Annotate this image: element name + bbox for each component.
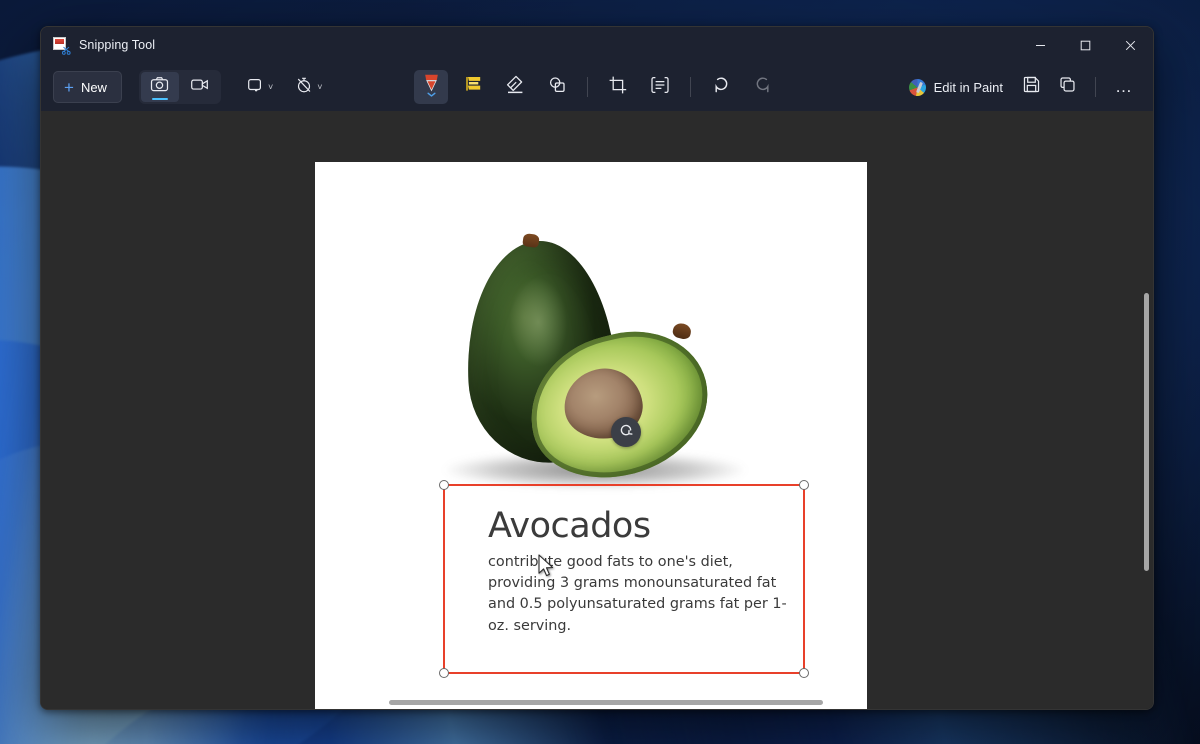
new-button-label: New — [80, 79, 107, 95]
copy-button[interactable] — [1050, 70, 1084, 104]
maximize-button[interactable] — [1063, 27, 1108, 63]
title-bar-left: Snipping Tool — [41, 36, 156, 55]
paint-palette-icon — [908, 78, 926, 96]
snapshot-mode-button[interactable] — [140, 72, 179, 102]
undo-icon — [711, 75, 731, 100]
highlighter-icon — [463, 74, 484, 100]
crop-button[interactable] — [601, 70, 635, 104]
toolbar-divider — [1095, 77, 1096, 97]
highlighter-button[interactable] — [456, 70, 490, 104]
video-mode-button[interactable] — [181, 72, 219, 102]
capture-mode-segmented-control — [138, 70, 221, 104]
ballpoint-pen-icon — [421, 72, 442, 102]
text-actions-button[interactable] — [643, 70, 677, 104]
edit-in-paint-button[interactable]: Edit in Paint — [900, 71, 1012, 103]
save-icon — [1022, 75, 1041, 99]
selection-handle-bottom-left[interactable] — [439, 668, 449, 678]
snipping-tool-window: Snipping Tool + New ˅ ˅ Edit in Paint … … — [40, 26, 1154, 710]
desktop-background: Snipping Tool + New ˅ ˅ Edit in Paint … … — [0, 0, 1200, 744]
window-controls — [1018, 27, 1153, 63]
save-button[interactable] — [1014, 70, 1048, 104]
eraser-icon — [505, 75, 525, 100]
redo-button[interactable] — [746, 70, 780, 104]
snipping-tool-icon — [53, 36, 71, 55]
chevron-down-icon: ˅ — [267, 82, 274, 92]
avocado-stem — [522, 232, 540, 249]
camera-icon — [150, 75, 169, 99]
title-bar: Snipping Tool — [41, 27, 1153, 63]
minimize-button[interactable] — [1018, 27, 1063, 63]
snip-image[interactable]: Avocados contribute good fats to one's d… — [315, 162, 867, 709]
toolbar-divider — [690, 77, 691, 97]
toolbar-right-group: Edit in Paint … — [900, 70, 1141, 104]
video-camera-icon — [190, 75, 209, 99]
canvas-area[interactable]: Avocados contribute good fats to one's d… — [41, 111, 1153, 709]
undo-button[interactable] — [704, 70, 738, 104]
redo-icon — [753, 75, 773, 100]
timer-off-icon — [295, 76, 313, 99]
selection-handle-bottom-right[interactable] — [799, 668, 809, 678]
rectangle-snip-icon — [246, 76, 264, 99]
snip-mode-dropdown[interactable]: ˅ — [239, 71, 280, 103]
new-snip-button[interactable]: + New — [53, 71, 122, 103]
avocado-tip — [671, 321, 693, 341]
window-title: Snipping Tool — [79, 38, 156, 52]
eraser-button[interactable] — [498, 70, 532, 104]
ballpoint-pen-button[interactable] — [414, 70, 448, 104]
more-options-icon: … — [1115, 77, 1133, 96]
shapes-icon — [547, 75, 567, 100]
close-button[interactable] — [1108, 27, 1153, 63]
vertical-scrollbar[interactable] — [1144, 293, 1149, 571]
toolbar-divider — [587, 77, 588, 97]
more-options-button[interactable]: … — [1107, 70, 1141, 104]
shapes-button[interactable] — [540, 70, 574, 104]
rotate-icon — [618, 422, 634, 443]
rotate-handle[interactable] — [611, 417, 641, 447]
text-selection-block[interactable]: Avocados contribute good fats to one's d… — [439, 480, 809, 678]
editing-tools-group — [410, 70, 784, 104]
selection-handle-top-left[interactable] — [439, 480, 449, 490]
selection-rectangle[interactable] — [439, 480, 809, 678]
delay-timer-dropdown[interactable]: ˅ — [288, 71, 329, 103]
plus-icon: + — [64, 77, 74, 97]
edit-in-paint-label: Edit in Paint — [933, 79, 1003, 95]
selection-handle-top-right[interactable] — [799, 480, 809, 490]
chevron-down-icon: ˅ — [317, 82, 323, 92]
crop-icon — [608, 75, 628, 100]
toolbar-left-group: + New ˅ ˅ — [53, 70, 329, 104]
copy-icon — [1058, 75, 1077, 99]
horizontal-scrollbar[interactable] — [389, 700, 823, 705]
main-toolbar: + New ˅ ˅ Edit in Paint … — [41, 63, 1153, 111]
text-actions-icon — [650, 75, 670, 100]
